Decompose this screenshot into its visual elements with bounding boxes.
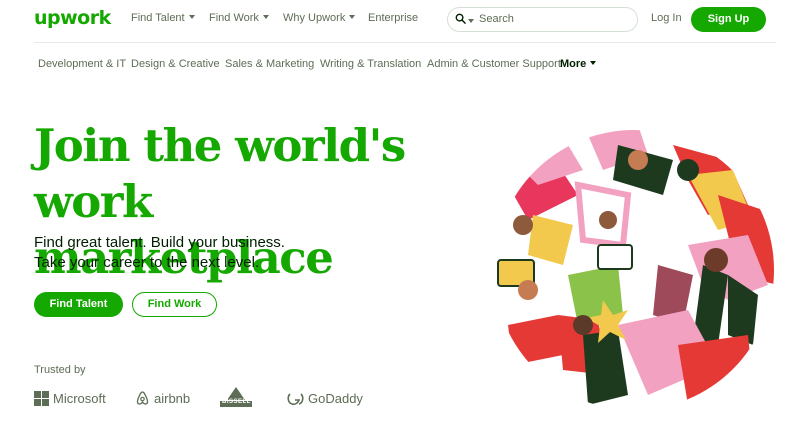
category-development-it[interactable]: Development & IT xyxy=(38,58,126,70)
brand-godaddy-name: GoDaddy xyxy=(308,390,363,406)
nav-why-upwork[interactable]: Why Upwork xyxy=(283,12,356,24)
nav-find-talent-label: Find Talent xyxy=(131,12,185,24)
category-more-label: More xyxy=(560,58,587,70)
search-placeholder: Search xyxy=(479,13,514,25)
chevron-down-icon xyxy=(188,15,195,20)
nav-why-upwork-label: Why Upwork xyxy=(283,12,346,24)
search-input[interactable]: Search xyxy=(447,7,638,32)
category-more-dropdown[interactable]: More xyxy=(560,58,597,70)
find-talent-button[interactable]: Find Talent xyxy=(34,292,123,317)
brand-airbnb-name: airbnb xyxy=(154,390,191,406)
category-design-creative[interactable]: Design & Creative xyxy=(131,58,220,70)
brand-bissell: BISSELL xyxy=(219,387,257,408)
hero-illustration xyxy=(494,130,774,410)
hero-subtitle-line-1: Find great talent. Build your business. xyxy=(34,234,285,251)
nav-find-work[interactable]: Find Work xyxy=(209,12,269,24)
category-sales-marketing[interactable]: Sales & Marketing xyxy=(225,58,314,70)
airbnb-logo-icon xyxy=(136,391,149,405)
chevron-down-icon xyxy=(349,15,356,20)
hero-subtitle-line-2: Take your career to the next level. xyxy=(34,254,260,271)
find-work-button[interactable]: Find Work xyxy=(132,292,217,317)
trusted-by-label: Trusted by xyxy=(34,364,86,376)
brand-godaddy: GoDaddy xyxy=(287,388,363,408)
hero-subtitle: Find great talent. Build your business. … xyxy=(34,233,354,273)
category-writing-translation[interactable]: Writing & Translation xyxy=(320,58,421,70)
nav-find-work-label: Find Work xyxy=(209,12,259,24)
nav-enterprise[interactable]: Enterprise xyxy=(368,12,418,24)
brand-microsoft: Microsoft xyxy=(34,388,106,408)
upwork-logo[interactable]: upwork xyxy=(34,7,111,29)
microsoft-logo-icon xyxy=(34,390,49,406)
search-icon xyxy=(455,13,466,24)
search-type-dropdown-icon[interactable] xyxy=(468,19,474,23)
header-divider xyxy=(34,42,776,43)
nav-find-talent[interactable]: Find Talent xyxy=(131,12,195,24)
login-link[interactable]: Log In xyxy=(651,12,682,24)
godaddy-logo-icon xyxy=(287,392,304,405)
chevron-down-icon xyxy=(590,61,597,66)
brand-bissell-name: BISSELL xyxy=(222,399,251,405)
top-navigation: upwork Find Talent Find Work Why Upwork … xyxy=(0,0,800,40)
signup-button[interactable]: Sign Up xyxy=(691,7,766,32)
brand-microsoft-name: Microsoft xyxy=(53,390,106,406)
bissell-logo-icon xyxy=(220,387,252,407)
chevron-down-icon xyxy=(262,15,269,20)
hero-title-line-1: Join the world's xyxy=(34,119,406,172)
nav-enterprise-label: Enterprise xyxy=(368,12,419,24)
brand-airbnb: airbnb xyxy=(135,388,190,408)
category-admin-support[interactable]: Admin & Customer Support xyxy=(427,58,561,70)
